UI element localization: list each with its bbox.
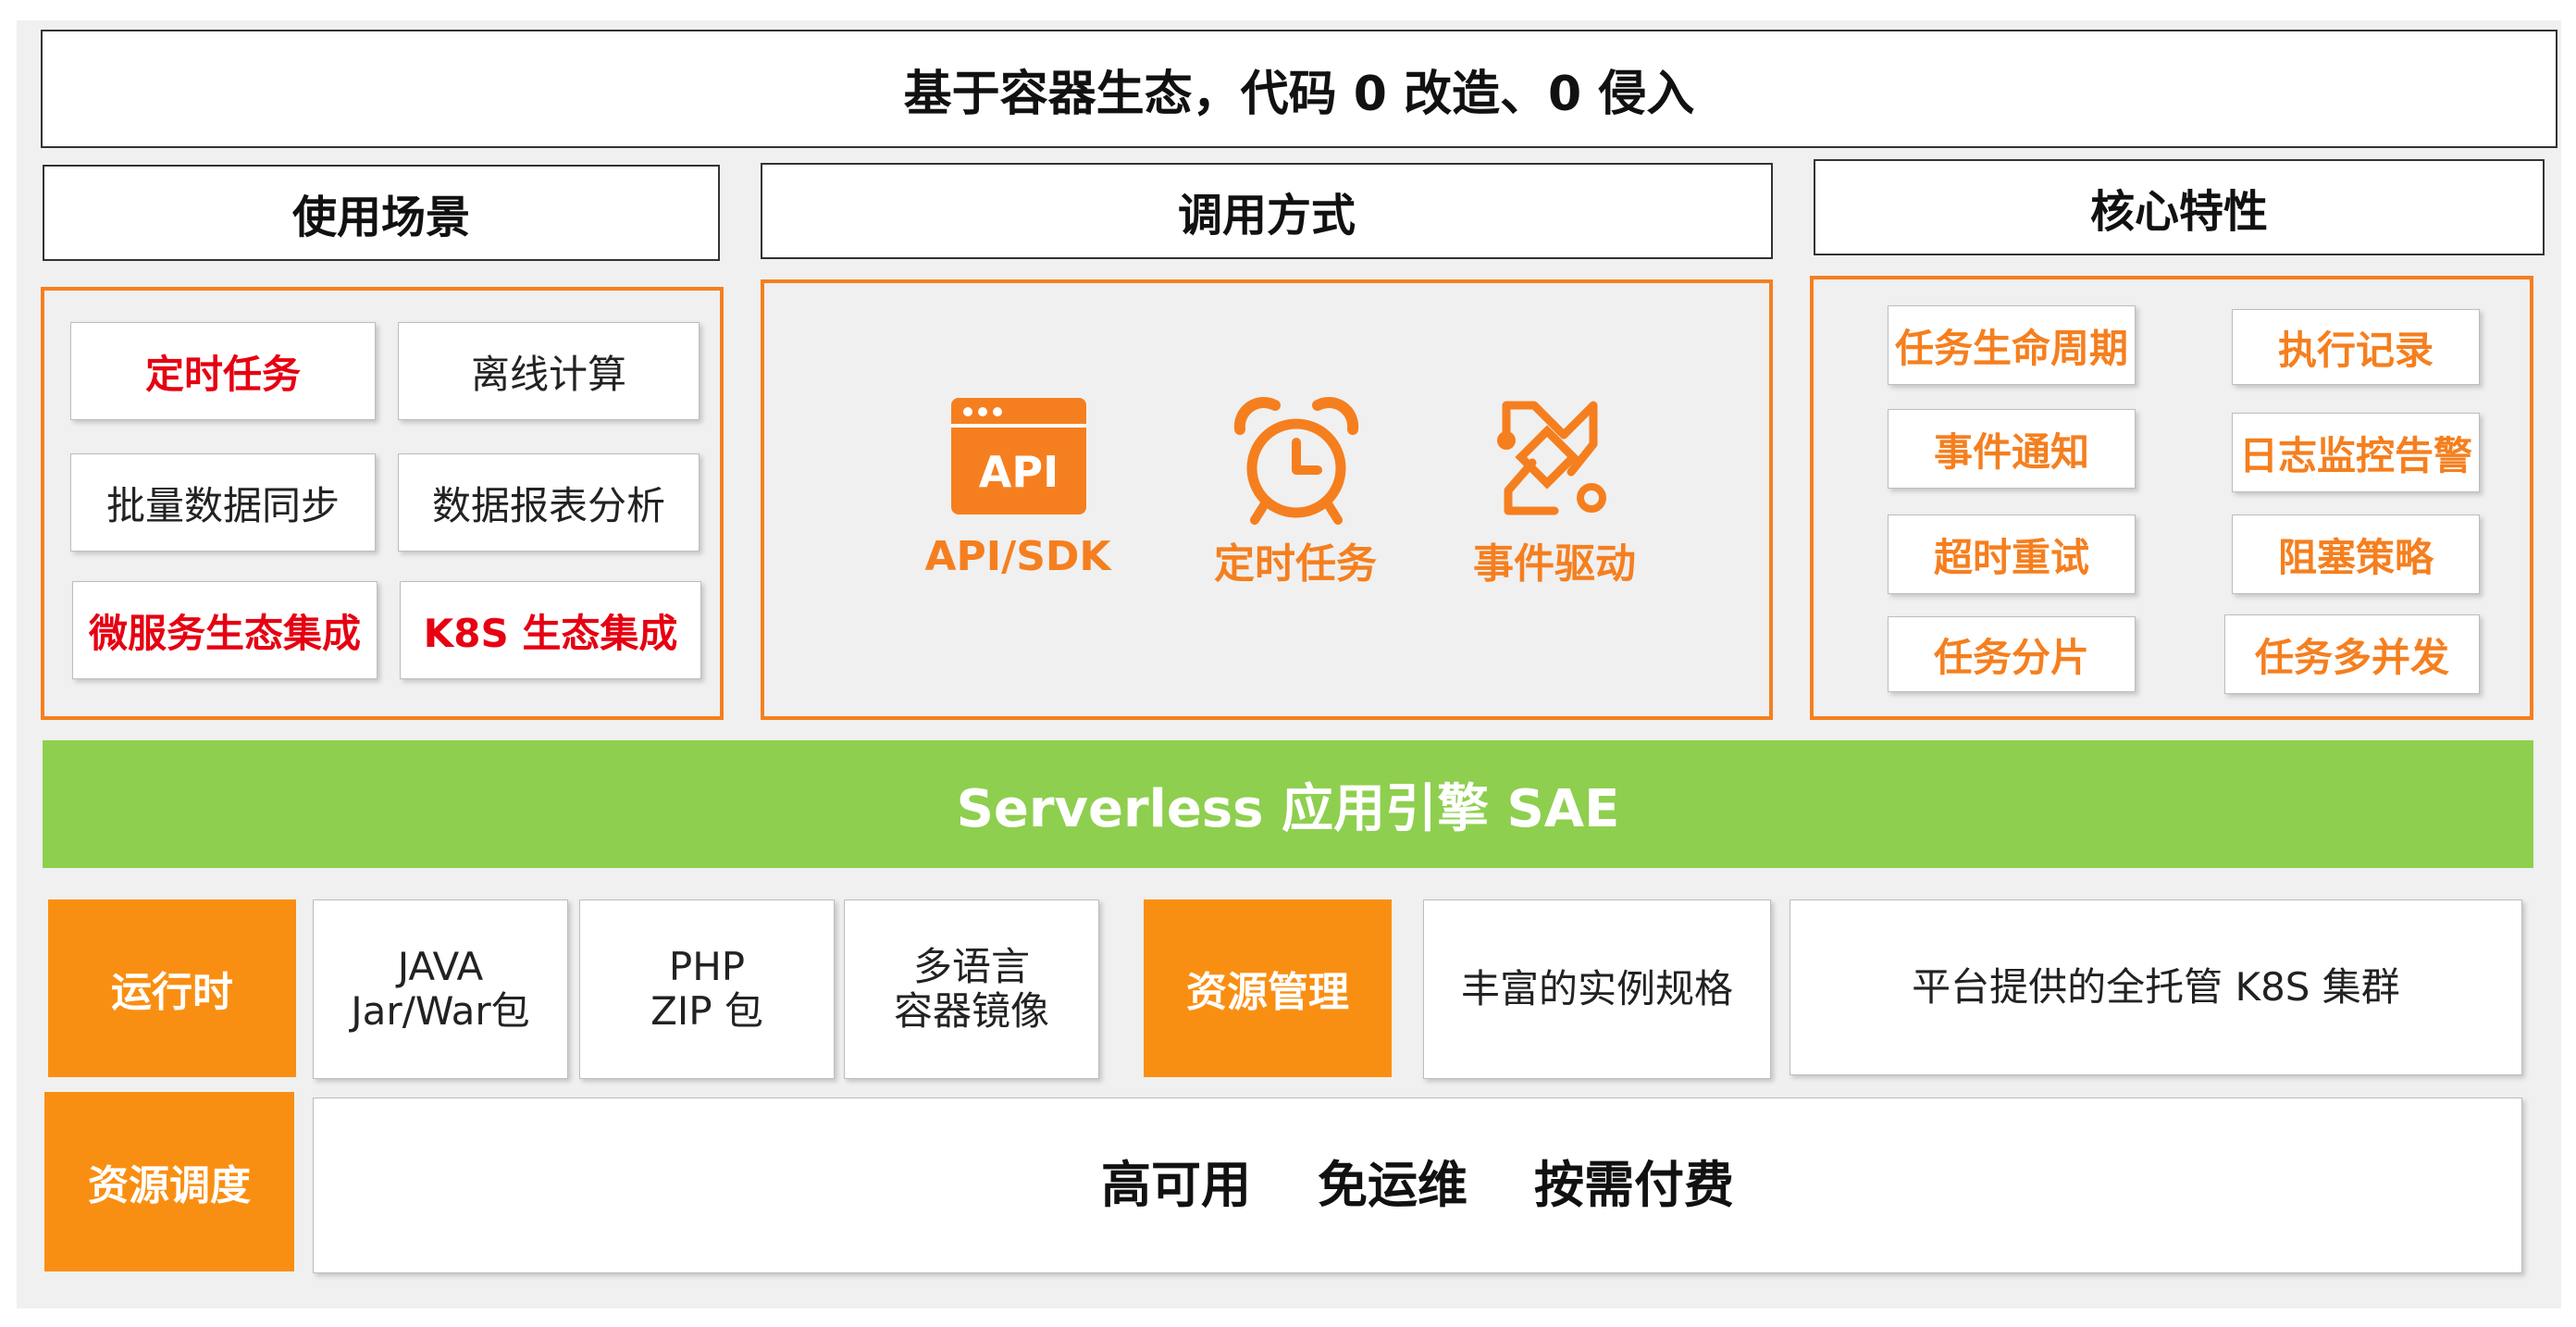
mode-label-event: 事件驱动 — [1473, 540, 1636, 588]
header-scenarios: 使用场景 — [43, 165, 720, 261]
resource-mgmt-label: 资源管理 — [1144, 899, 1392, 1077]
feature-item: 任务多并发 — [2224, 614, 2480, 694]
feature-item: 阻塞策略 — [2232, 515, 2480, 594]
runtime-item-container: 多语言 容器镜像 — [844, 899, 1099, 1079]
feature-item: 日志监控告警 — [2232, 413, 2480, 492]
feature-item: 超时重试 — [1888, 515, 2136, 594]
scheduling-label: 资源调度 — [44, 1092, 294, 1271]
header-invocation: 调用方式 — [761, 163, 1773, 259]
resource-mgmt-item: 丰富的实例规格 — [1423, 899, 1771, 1079]
runtime-item-line1: PHP — [668, 943, 746, 989]
feature-item: 执行记录 — [2232, 309, 2480, 385]
api-icon-text: API — [979, 447, 1059, 497]
feature-item: 任务生命周期 — [1888, 305, 2136, 385]
scenario-item: 离线计算 — [398, 322, 700, 420]
mode-label-timer: 定时任务 — [1214, 540, 1377, 588]
engine-bar: Serverless 应用引擎 SAE — [43, 740, 2533, 868]
feature-item: 任务分片 — [1888, 616, 2136, 692]
api-window-icon: API — [949, 396, 1088, 516]
scenario-item: 数据报表分析 — [398, 453, 700, 552]
scenario-item: K8S 生态集成 — [400, 581, 701, 679]
scenario-item: 微服务生态集成 — [72, 581, 378, 679]
runtime-item-line1: JAVA — [397, 943, 484, 989]
feature-item: 事件通知 — [1888, 409, 2136, 489]
runtime-item-php: PHP ZIP 包 — [579, 899, 835, 1079]
mode-label-api: API/SDK — [924, 532, 1111, 580]
header-features: 核心特性 — [1814, 159, 2545, 255]
event-flow-icon — [1490, 398, 1610, 518]
benefit-pay-as-you-go: 按需付费 — [1534, 1155, 1734, 1214]
scenario-item: 定时任务 — [70, 322, 376, 420]
page-title: 基于容器生态，代码 0 改造、0 侵入 — [41, 30, 2557, 148]
alarm-clock-icon — [1227, 396, 1366, 526]
benefit-ops-free: 免运维 — [1318, 1155, 1468, 1214]
resource-mgmt-item: 平台提供的全托管 K8S 集群 — [1790, 899, 2522, 1075]
scenario-item: 批量数据同步 — [70, 453, 376, 552]
benefit-high-availability: 高可用 — [1101, 1155, 1251, 1214]
runtime-item-line2: ZIP 包 — [650, 988, 763, 1034]
runtime-item-line2: 容器镜像 — [893, 988, 1049, 1034]
runtime-item-line1: 多语言 — [912, 943, 1030, 989]
scheduling-benefits: 高可用 免运维 按需付费 — [313, 1098, 2522, 1273]
runtime-label: 运行时 — [48, 899, 296, 1077]
runtime-item-line2: Jar/War包 — [351, 988, 530, 1034]
runtime-item-java: JAVA Jar/War包 — [313, 899, 568, 1079]
